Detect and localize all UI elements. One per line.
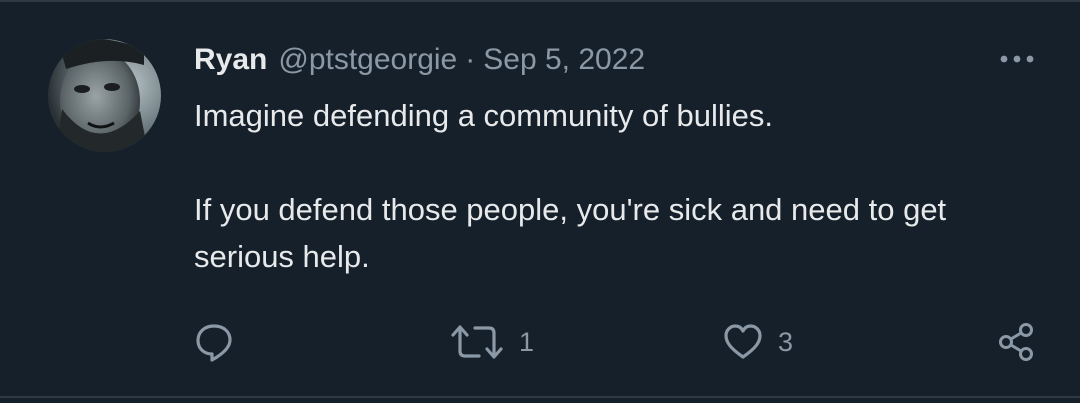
more-options-icon <box>1000 55 1034 63</box>
avatar-photo <box>48 39 161 152</box>
top-divider <box>0 0 1080 2</box>
retweet-icon <box>451 325 503 359</box>
retweet-count: 1 <box>519 327 535 357</box>
tweet-paragraph: If you defend those people, you're sick … <box>194 192 947 274</box>
tweet-text: Imagine defending a community of bullies… <box>194 92 1044 280</box>
author-name[interactable]: Ryan <box>194 40 267 80</box>
header-separator: · <box>465 43 476 76</box>
reply-icon <box>196 324 232 362</box>
author-handle[interactable]: @ptstgeorgie <box>278 40 457 80</box>
tweet-date[interactable]: Sep 5, 2022 <box>483 40 645 80</box>
tweet-paragraph: Imagine defending a community of bullies… <box>194 98 773 133</box>
bottom-divider <box>0 396 1080 398</box>
share-button[interactable] <box>996 318 1038 366</box>
more-options-button[interactable] <box>996 44 1038 74</box>
reply-button[interactable] <box>193 318 235 366</box>
avatar[interactable] <box>48 39 161 152</box>
share-icon <box>999 323 1033 361</box>
like-button[interactable]: 3 <box>722 318 793 366</box>
heart-icon <box>724 324 762 359</box>
retweet-button[interactable]: 1 <box>449 318 534 366</box>
like-count: 3 <box>778 327 794 357</box>
tweet-header: Ryan @ptstgeorgie · Sep 5, 2022 <box>194 40 645 80</box>
